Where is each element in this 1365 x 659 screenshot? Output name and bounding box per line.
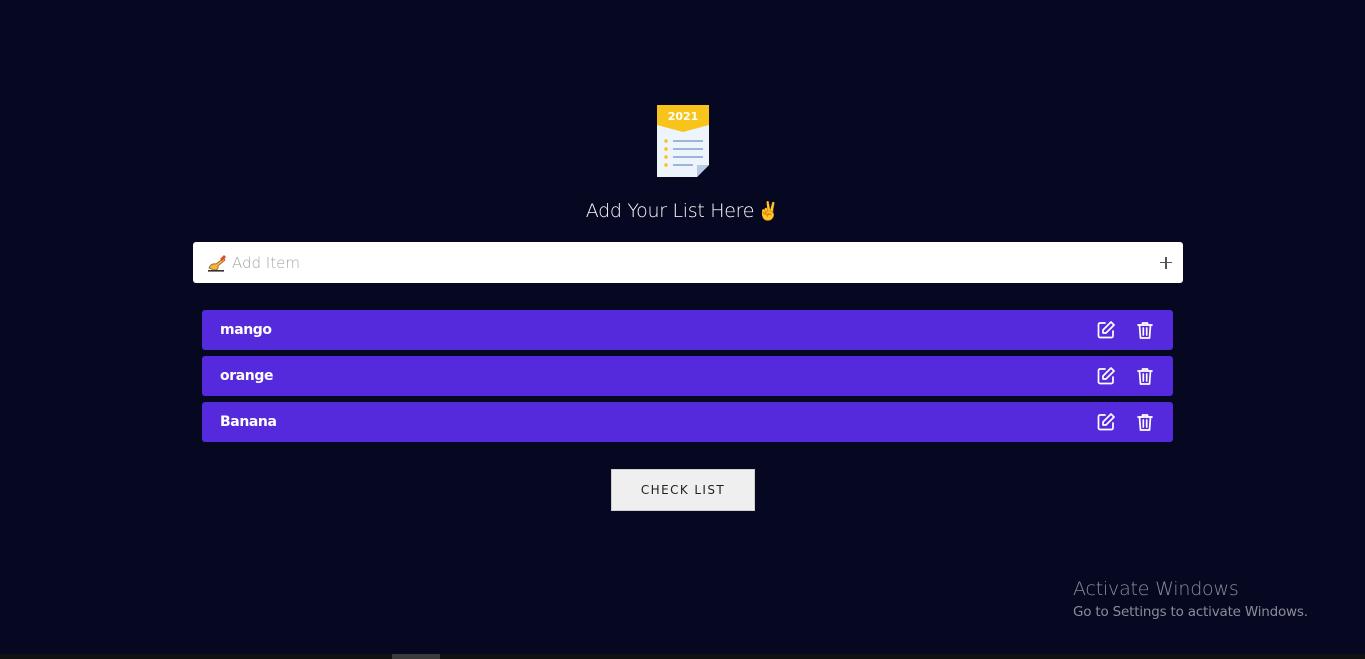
taskbar-active-item[interactable] [392,654,440,659]
watermark-title: Activate Windows [1073,578,1239,600]
item-list: mango orange Banana [202,310,1173,448]
edit-icon[interactable] [1096,320,1116,340]
list-item: Banana [202,402,1173,442]
taskbar-strip [0,654,1365,659]
victory-hand-icon: ✌ [757,201,780,222]
trash-icon[interactable] [1135,366,1155,386]
page-title-text: Add Your List Here [585,200,755,222]
list-item-label: mango [220,322,272,338]
activate-windows-watermark: Activate Windows Go to Settings to activ… [1073,578,1308,620]
edit-icon[interactable] [1096,366,1116,386]
todo-page: 2021 Add Your List Here✌ mango [0,0,1365,659]
list-item-label: Banana [220,414,277,430]
plus-icon[interactable] [1159,256,1173,270]
page-title: Add Your List Here ✌ [0,200,1365,222]
edit-icon[interactable] [1096,412,1116,432]
add-item-bar [193,242,1183,283]
trash-icon[interactable] [1135,320,1155,340]
watermark-subtitle: Go to Settings to activate Windows. [1073,604,1308,620]
writing-hand-icon [208,254,226,272]
list-item: mango [202,310,1173,350]
trash-icon[interactable] [1135,412,1155,432]
add-item-input[interactable] [232,253,1159,272]
list-item: orange [202,356,1173,396]
logo-badge-text: 2021 [668,110,699,123]
notepad-2021-icon: 2021 [657,105,709,177]
check-list-button[interactable]: CHECK LIST [611,469,755,511]
list-item-label: orange [220,368,274,384]
